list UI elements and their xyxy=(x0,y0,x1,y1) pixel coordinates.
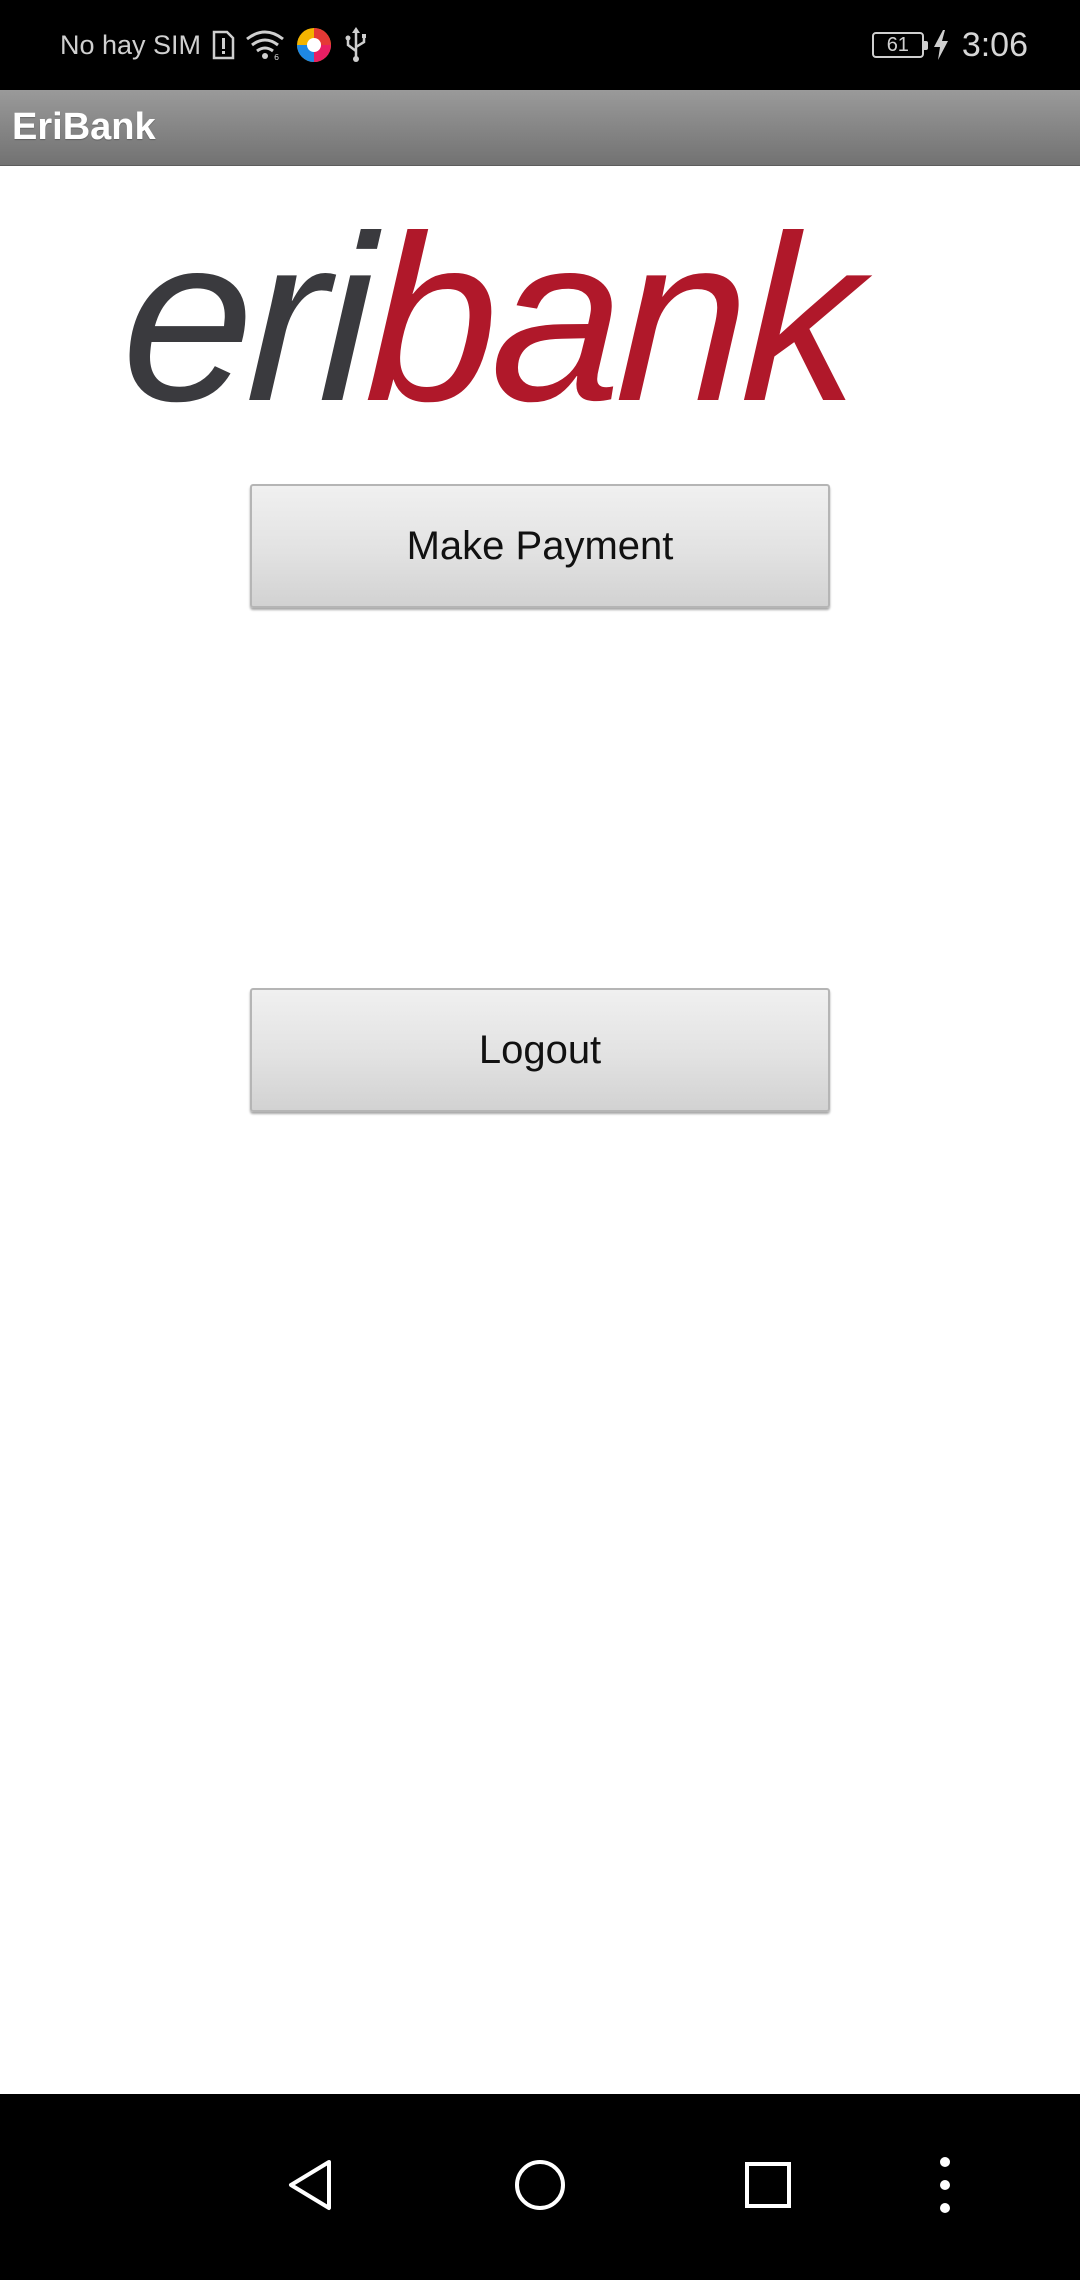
status-right: 61 3:06 xyxy=(871,0,1028,90)
svg-text:6: 6 xyxy=(274,53,279,61)
sim-alert-icon xyxy=(211,30,235,60)
home-button[interactable] xyxy=(500,2094,580,2280)
logo-text-bank: bank xyxy=(363,200,876,430)
make-payment-label: Make Payment xyxy=(406,523,674,568)
back-button[interactable] xyxy=(270,2094,350,2280)
logout-label: Logout xyxy=(478,1027,602,1072)
recents-icon xyxy=(743,2160,793,2215)
recents-button[interactable] xyxy=(728,2094,808,2280)
back-icon xyxy=(285,2158,335,2217)
app-notification-icon xyxy=(295,26,333,64)
charging-icon xyxy=(932,30,950,60)
screen: No hay SIM 6 61 3:06 EriBank eribank Mak… xyxy=(0,0,1080,2280)
more-options-button[interactable] xyxy=(920,2094,970,2280)
make-payment-button[interactable]: Make Payment xyxy=(250,484,830,608)
navigation-bar xyxy=(0,2094,1080,2280)
more-options-icon xyxy=(938,2155,952,2220)
battery-level: 61 xyxy=(886,33,909,56)
status-bar: No hay SIM 6 61 3:06 xyxy=(0,0,1080,90)
clock: 3:06 xyxy=(961,25,1028,64)
status-left: No hay SIM 6 xyxy=(60,0,369,90)
app-title: EriBank xyxy=(12,106,156,148)
home-icon xyxy=(513,2158,567,2217)
logo-text-eri: eri xyxy=(125,200,383,430)
carrier-label: No hay SIM xyxy=(60,29,202,60)
svg-text:eribank: eribank xyxy=(125,200,875,430)
app-bar: EriBank xyxy=(0,90,1080,166)
logout-button[interactable]: Logout xyxy=(250,988,830,1112)
wifi-icon: 6 xyxy=(245,29,285,61)
battery-icon: 61 xyxy=(871,32,928,58)
eribank-logo: eribank xyxy=(118,187,955,451)
usb-icon xyxy=(343,27,369,63)
